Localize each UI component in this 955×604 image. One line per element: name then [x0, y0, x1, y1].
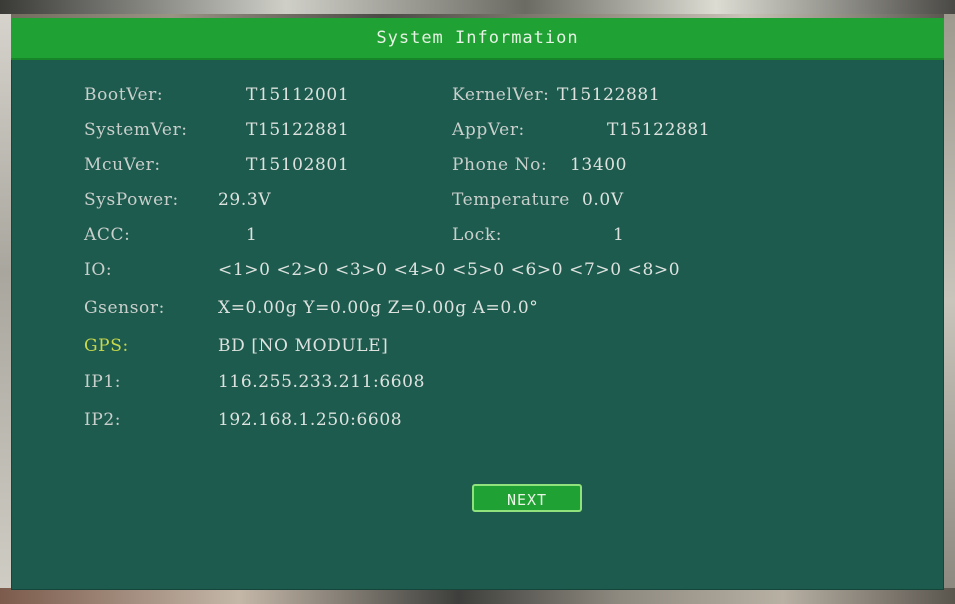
boot-version-label: BootVer: — [84, 85, 164, 105]
system-power-value: 29.3V — [218, 190, 272, 210]
temperature-label: Temperature — [452, 190, 570, 210]
background-left-edge — [0, 14, 11, 588]
mcu-version-value: T15102801 — [246, 155, 350, 175]
next-button[interactable]: NEXT — [472, 484, 582, 512]
system-version-value: T15122881 — [246, 120, 350, 140]
ip2-label: IP2: — [84, 410, 122, 430]
gsensor-label: Gsensor: — [84, 298, 165, 318]
acc-label: ACC: — [84, 225, 131, 245]
lock-label: Lock: — [452, 225, 503, 245]
row-ip1: IP1: 116.255.233.211:6608 — [84, 368, 884, 396]
app-version-value: T15122881 — [607, 120, 711, 140]
row-ip2: IP2: 192.168.1.250:6608 — [84, 406, 884, 434]
acc-value: 1 — [246, 225, 258, 245]
system-version-label: SystemVer: — [84, 120, 188, 140]
system-power-label: SysPower: — [84, 190, 179, 210]
phone-number-label: Phone No: — [452, 155, 548, 175]
background-right-edge — [944, 14, 955, 588]
dialog-title: System Information — [376, 28, 579, 48]
ip1-value: 116.255.233.211:6608 — [218, 372, 425, 392]
row-gsensor: Gsensor: X=0.00g Y=0.00g Z=0.00g A=0.0° — [84, 294, 884, 322]
row-io: IO: <1>0 <2>0 <3>0 <4>0 <5>0 <6>0 <7>0 <… — [84, 256, 884, 284]
temperature-value: 0.0V — [582, 190, 624, 210]
kernel-version-value: T15122881 — [557, 85, 661, 105]
gps-value: BD [NO MODULE] — [218, 336, 389, 356]
background-bottom-strip — [0, 588, 955, 604]
gps-label: GPS: — [84, 336, 129, 356]
background-top-strip — [0, 0, 955, 14]
row-mcu-phone: McuVer: T15102801 Phone No: 13400 — [84, 151, 864, 179]
ip1-label: IP1: — [84, 372, 122, 392]
row-power-temperature: SysPower: 29.3V Temperature 0.0V — [84, 186, 864, 214]
title-bar: System Information — [11, 18, 944, 60]
mcu-version-label: McuVer: — [84, 155, 161, 175]
lock-value: 1 — [613, 225, 625, 245]
gsensor-value: X=0.00g Y=0.00g Z=0.00g A=0.0° — [218, 298, 539, 318]
phone-number-value: 13400 — [570, 155, 628, 175]
row-boot-kernel: BootVer: T15112001 KernelVer: T15122881 — [84, 81, 864, 109]
app-version-label: AppVer: — [452, 120, 525, 140]
row-acc-lock: ACC: 1 Lock: 1 — [84, 221, 864, 249]
row-system-app: SystemVer: T15122881 AppVer: T15122881 — [84, 116, 864, 144]
kernel-version-label: KernelVer: — [452, 85, 550, 105]
ip2-value: 192.168.1.250:6608 — [218, 410, 403, 430]
boot-version-value: T15112001 — [246, 85, 350, 105]
io-value: <1>0 <2>0 <3>0 <4>0 <5>0 <6>0 <7>0 <8>0 — [218, 260, 681, 280]
io-label: IO: — [84, 260, 113, 280]
row-gps: GPS: BD [NO MODULE] — [84, 332, 884, 360]
